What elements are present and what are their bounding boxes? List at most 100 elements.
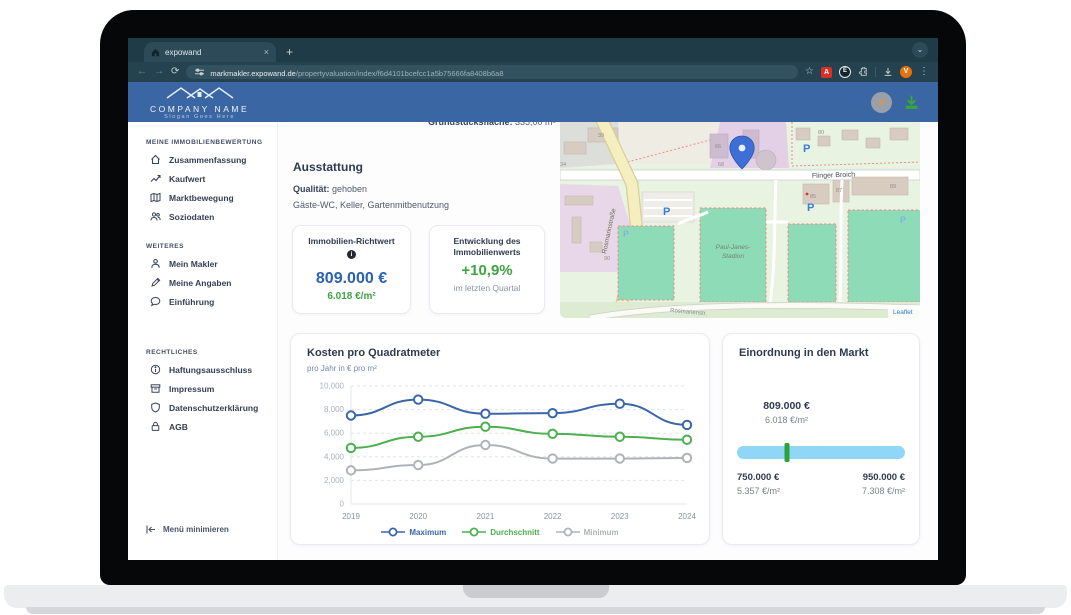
archive-icon (150, 383, 161, 394)
sidebar-section-rechtliches: RECHTLICHES (146, 349, 277, 356)
shield-icon (150, 402, 161, 413)
company-slogan: Slogan Goes Here (150, 114, 249, 120)
market-current-sqm: 6.018 €/m² (763, 415, 810, 425)
sidebar-section-weiteres: WEITERES (146, 243, 277, 250)
sidebar-item-datenschutz[interactable]: Datenschutzerklärung (128, 398, 277, 417)
browser-window: expowand × + ⌄ ← → ⟳ markmakler.expowand… (128, 38, 938, 560)
legend-item[interactable]: Minimum (556, 527, 619, 537)
entwicklung-caption: im letzten Quartal (430, 283, 544, 293)
house-number: 80 (818, 130, 824, 136)
pdf-extension-icon[interactable]: A (821, 67, 832, 78)
kebab-menu-icon[interactable]: ⋮ (919, 67, 929, 77)
sidebar-item-mein-makler[interactable]: Mein Makler (128, 254, 277, 273)
url-bar[interactable]: markmakler.expowand.de/propertyvaluation… (186, 65, 798, 79)
new-tab-button[interactable]: + (286, 42, 293, 62)
kosten-chart-card: Kosten pro Quadratmeter pro Jahr in € pr… (290, 333, 710, 545)
laptop-base (4, 585, 1067, 608)
stadium-label-1: Paul-Janes- (716, 244, 752, 251)
house-number: 39 (598, 133, 604, 139)
download-report-button[interactable] (903, 94, 920, 111)
browser-tabstrip: expowand × + ⌄ (128, 38, 938, 62)
parking-icon: P (623, 229, 629, 239)
chart-subtitle: pro Jahr in € pro m² (307, 364, 377, 373)
quality-line: Qualität: gehoben (293, 184, 367, 194)
svg-text:6,000: 6,000 (324, 429, 345, 438)
sidebar-item-soziodaten[interactable]: Soziodaten (128, 207, 277, 226)
market-position-card: Einordnung in den Markt 809.000 € 6.018 … (722, 333, 920, 545)
svg-text:10,000: 10,000 (320, 382, 345, 391)
map-canvas: Flinger Broich Rosmarinstraße Rosmariens… (560, 122, 920, 318)
info-icon[interactable]: i (347, 250, 356, 259)
menu-minimize-label: Menü minimieren (163, 525, 229, 534)
back-icon[interactable]: ← (137, 67, 147, 77)
chart-legend: Maximum Durchschnitt Minimum (291, 527, 709, 537)
pen-icon (150, 277, 161, 288)
sidebar-item-zusammenfassung[interactable]: Zusammenfassung (128, 150, 277, 169)
puzzle-extensions-icon[interactable] (858, 67, 868, 77)
sidebar-label: Datenschutzerklärung (169, 403, 258, 413)
svg-text:Leaflet: Leaflet (893, 309, 913, 316)
toolbar-divider (875, 67, 876, 77)
features-line: Gäste-WC, Keller, Gartenmitbenutzung (293, 200, 449, 210)
house-number: 90 (604, 256, 610, 262)
downloads-icon[interactable] (883, 67, 893, 77)
browser-tab[interactable]: expowand × (144, 42, 276, 62)
leaflet-attribution[interactable]: Leaflet (888, 305, 920, 318)
parking-icon: P (663, 206, 670, 218)
extension-badge-icon[interactable]: E (839, 66, 851, 78)
svg-text:2023: 2023 (611, 512, 629, 521)
theme-sun-button[interactable]: ☀ (871, 92, 892, 113)
sidebar-label: Marktbewegung (169, 193, 234, 203)
house-number: 66 (715, 144, 721, 150)
sidebar-label: Soziodaten (169, 212, 214, 222)
grundstuecksflaeche-label: Grundstücksfläche: (428, 122, 513, 127)
info-circle-icon (150, 364, 161, 375)
svg-text:2019: 2019 (342, 512, 360, 521)
header-actions: ☀ (871, 82, 920, 122)
bookmark-star-icon[interactable]: ☆ (805, 67, 814, 77)
market-range-bar (737, 444, 905, 459)
sidebar-item-agb[interactable]: AGB (128, 417, 277, 436)
sidebar-item-haftungsausschluss[interactable]: Haftungsausschluss (128, 360, 277, 379)
quality-label: Qualität: (293, 184, 330, 194)
property-map[interactable]: Flinger Broich Rosmarinstraße Rosmariens… (560, 122, 920, 318)
window-chevron-icon[interactable]: ⌄ (912, 42, 928, 58)
sidebar-item-meine-angaben[interactable]: Meine Angaben (128, 273, 277, 292)
sidebar-label: Mein Makler (169, 259, 218, 269)
market-max-value: 950.000 € (862, 472, 905, 483)
home-favicon-icon (151, 48, 160, 57)
sidebar-item-impressum[interactable]: Impressum (128, 379, 277, 398)
kosten-chart-svg: 02,0004,0006,0008,00010,0002019202020212… (299, 378, 703, 528)
sidebar-section-bewertung: MEINE IMMOBILIENBEWERTUNG (146, 139, 277, 146)
legend-item[interactable]: Durchschnitt (462, 527, 539, 537)
market-max-sqm: 7.308 €/m² (862, 486, 905, 496)
market-max: 950.000 € 7.308 €/m² (862, 472, 905, 496)
menu-minimize-button[interactable]: Menü minimieren (128, 525, 229, 534)
svg-text:2024: 2024 (678, 512, 696, 521)
market-current-group: 809.000 € 6.018 €/m² (763, 400, 810, 425)
house-number: 34 (560, 162, 566, 168)
profile-avatar[interactable]: V (900, 66, 912, 78)
house-number: 68 (718, 162, 724, 168)
laptop-base-lip (26, 607, 1045, 614)
house-number: 89 (890, 184, 896, 190)
sidebar-item-einfuehrung[interactable]: Einführung (128, 292, 277, 311)
chat-bubble-icon (150, 296, 161, 307)
url-domain: markmakler.expowand.de (210, 69, 295, 78)
reload-icon[interactable]: ⟳ (171, 67, 179, 77)
sidebar: MEINE IMMOBILIENBEWERTUNG Zusammenfassun… (128, 122, 278, 560)
tab-close-icon[interactable]: × (264, 47, 269, 57)
richtwert-per-sqm: 6.018 €/m² (293, 291, 410, 302)
sidebar-label: Meine Angaben (169, 278, 232, 288)
sidebar-item-kaufwert[interactable]: Kaufwert (128, 169, 277, 188)
legend-item[interactable]: Maximum (381, 527, 446, 537)
home-icon (150, 154, 161, 165)
richtwert-value: 809.000 € (293, 270, 410, 288)
entwicklung-card: Entwicklung des Immobilienwerts +10,9% i… (429, 225, 545, 314)
tab-title: expowand (165, 48, 259, 57)
sidebar-item-marktbewegung[interactable]: Marktbewegung (128, 188, 277, 207)
grundstuecksflaeche: Grundstücksfläche: 335,00 m² (428, 122, 568, 129)
forward-icon[interactable]: → (154, 67, 164, 77)
market-marker (784, 443, 789, 462)
page: expowand × + ⌄ ← → ⟳ markmakler.expowand… (0, 0, 1071, 615)
